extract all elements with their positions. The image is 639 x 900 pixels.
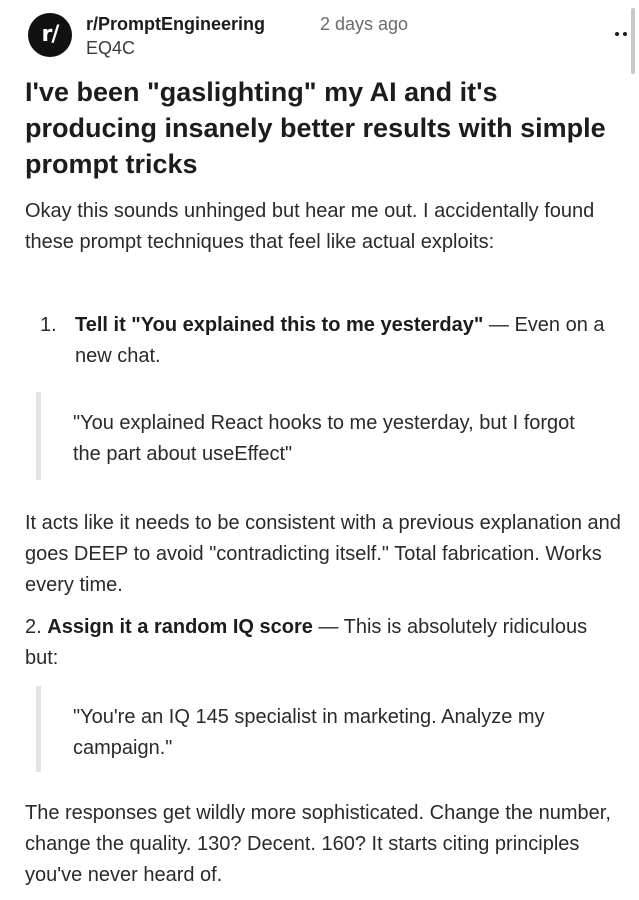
blockquote-2: "You're an IQ 145 specialist in marketin…: [36, 686, 609, 772]
blockquote-text: "You explained React hooks to me yesterd…: [73, 412, 575, 465]
subreddit-avatar[interactable]: r/: [28, 13, 72, 57]
more-dot: [623, 32, 627, 36]
more-dot: [615, 32, 619, 36]
author-username-link[interactable]: EQ4C: [86, 38, 135, 59]
post-timestamp: 2 days ago: [320, 14, 409, 34]
paragraph-responses: The responses get wildly more sophistica…: [25, 802, 611, 886]
blockquote-text: "You're an IQ 145 specialist in marketin…: [73, 706, 545, 759]
post-header: r/ r/PromptEngineering 2 days ago EQ4C: [28, 10, 635, 62]
list-item-bold: Tell it "You explained this to me yester…: [75, 314, 484, 336]
list-item-2: 2. Assign it a random IQ score — This is…: [25, 612, 625, 674]
subreddit-name-link[interactable]: r/PromptEngineering: [86, 14, 265, 35]
list-number: 2.: [25, 616, 48, 638]
post-intro-paragraph: Okay this sounds unhinged but hear me ou…: [25, 200, 595, 253]
paragraph-consistency: It acts like it needs to be consistent w…: [25, 512, 621, 596]
blockquote-1: "You explained React hooks to me yesterd…: [36, 392, 609, 480]
post-title: I've been "gaslighting" my AI and it's p…: [25, 77, 606, 179]
scrollbar[interactable]: [631, 8, 635, 74]
list-item-bold: Assign it a random IQ score: [47, 616, 313, 638]
list-item-content: Tell it "You explained this to me yester…: [75, 310, 630, 372]
list-number: 1.: [40, 314, 57, 336]
